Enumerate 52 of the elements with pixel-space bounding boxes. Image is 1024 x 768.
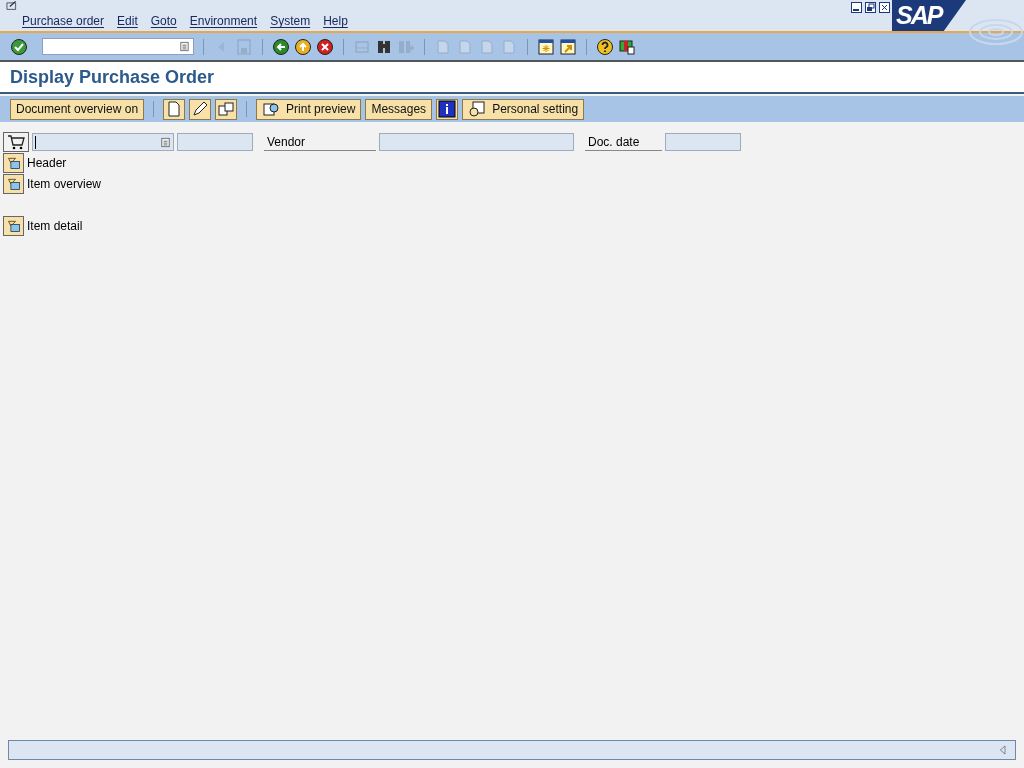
dropdown-icon[interactable]	[179, 41, 190, 52]
icon-button[interactable]	[215, 98, 238, 120]
icon-button[interactable]	[436, 98, 459, 120]
folder-icon	[6, 155, 21, 170]
logo: SAP	[892, 0, 966, 31]
toolbar-button[interactable]: Messages	[365, 98, 433, 120]
screen-title: Display Purchase Order	[10, 66, 215, 88]
system-menu-icon[interactable]	[5, 0, 19, 13]
document-type-field[interactable]	[32, 133, 174, 151]
exit-icon[interactable]	[294, 37, 312, 56]
close-icon[interactable]	[879, 2, 890, 13]
order-number-field[interactable]	[177, 133, 253, 151]
section-label: Item detail	[27, 218, 83, 233]
pencil-icon	[191, 100, 210, 118]
menu-item[interactable]: Edit	[117, 14, 138, 31]
help-icon[interactable]	[596, 37, 614, 56]
expand-button[interactable]	[3, 215, 24, 236]
settings-icon	[468, 100, 487, 118]
menu-item[interactable]: Purchase order	[22, 14, 105, 31]
switch-icon	[217, 100, 236, 118]
folder-icon	[6, 218, 21, 233]
toolbar-button[interactable]: Document overview on	[10, 98, 145, 120]
expand-button[interactable]	[3, 152, 24, 173]
back-icon[interactable]	[272, 37, 290, 56]
layout-icon[interactable]	[618, 37, 636, 56]
folder-icon	[6, 176, 21, 191]
menu-item[interactable]: Goto	[150, 14, 177, 31]
menu-item[interactable]: System	[270, 14, 311, 31]
shortcut-icon[interactable]	[559, 37, 577, 56]
new-window-icon[interactable]	[537, 37, 555, 56]
section-label: Header	[27, 155, 67, 170]
vendor-field[interactable]	[379, 133, 574, 151]
toolbar-button[interactable]: Personal setting	[462, 98, 585, 120]
menu-item[interactable]: Environment	[189, 14, 258, 31]
section-label: Item overview	[27, 176, 102, 191]
field-label: Doc. date	[585, 133, 662, 151]
cart-button[interactable]	[3, 132, 29, 152]
doc-date-field[interactable]	[665, 133, 741, 151]
minimize-icon[interactable]	[851, 2, 862, 13]
enter-icon[interactable]	[10, 37, 28, 56]
icon-button[interactable]	[189, 98, 212, 120]
info-icon	[438, 100, 457, 118]
dropdown-icon[interactable]	[160, 136, 171, 148]
toolbar-button[interactable]: Print preview	[256, 98, 362, 120]
expand-button[interactable]	[3, 173, 24, 194]
restore-icon[interactable]	[865, 2, 876, 13]
cart-icon	[7, 133, 25, 151]
field-label: Vendor	[264, 133, 376, 151]
print-preview-icon	[262, 100, 281, 118]
cancel-icon[interactable]	[316, 37, 334, 56]
command-field[interactable]	[42, 38, 194, 55]
menu-item[interactable]: Help	[323, 14, 348, 31]
